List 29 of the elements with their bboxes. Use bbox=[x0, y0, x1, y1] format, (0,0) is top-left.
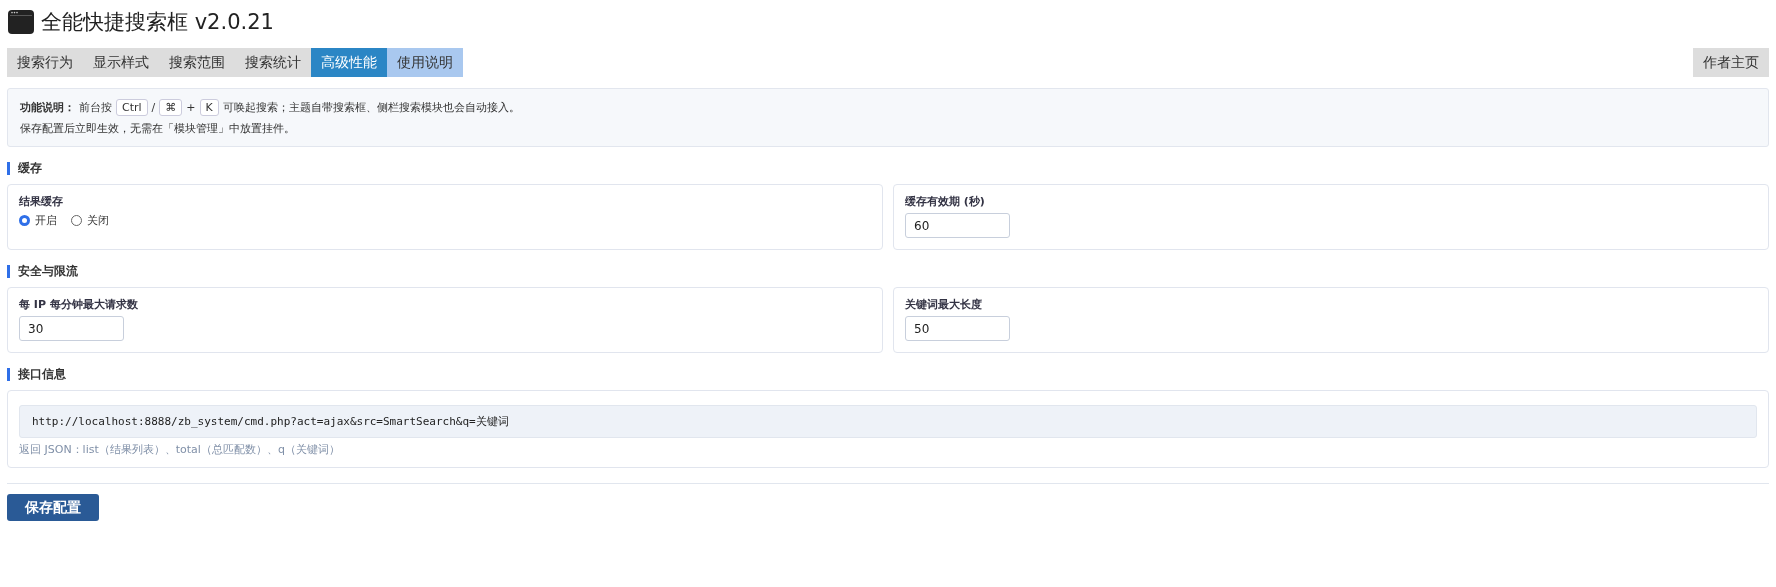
author-link[interactable]: 作者主页 bbox=[1693, 48, 1769, 77]
input-field[interactable]: 30 bbox=[19, 316, 124, 341]
api-url: http://localhost:8888/zb_system/cmd.php?act=ajax&src=SmartSearch&q=关键词 bbox=[19, 405, 1757, 438]
section-title: 缓存 bbox=[7, 162, 1769, 175]
notice-text: 可唤起搜索；主题自带搜索框、侧栏搜索模块也会自动接入。 bbox=[222, 100, 520, 115]
page-title: 全能快捷搜索框 v2.0.21 bbox=[41, 9, 274, 36]
radio-option[interactable]: 关闭 bbox=[71, 213, 109, 228]
notice-text: 保存配置后立即生效，无需在「模块管理」中放置挂件。 bbox=[20, 121, 296, 136]
key-cap: Ctrl bbox=[116, 99, 148, 116]
key-cap: ⌘ bbox=[159, 99, 183, 116]
input-field[interactable]: 60 bbox=[905, 213, 1010, 238]
notice-text: + bbox=[186, 101, 196, 114]
tab[interactable]: 使用说明 bbox=[387, 48, 463, 77]
section-title: 接口信息 bbox=[7, 368, 1769, 381]
section-title: 安全与限流 bbox=[7, 265, 1769, 278]
radio-option[interactable]: 开启 bbox=[19, 213, 57, 228]
notice-text: / bbox=[151, 101, 156, 114]
window-icon bbox=[7, 9, 35, 35]
field-label: 结果缓存 bbox=[19, 194, 64, 209]
input-field[interactable]: 50 bbox=[905, 316, 1010, 341]
field-label: 每 IP 每分钟最大请求数 bbox=[19, 297, 139, 312]
tab[interactable]: 高级性能 bbox=[311, 48, 387, 77]
notice-label: 功能说明： bbox=[20, 100, 75, 115]
key-cap: K bbox=[199, 99, 219, 116]
api-note: 返回 JSON：list（结果列表）、total（总匹配数）、q（关键词） bbox=[19, 442, 341, 457]
field-label: 缓存有效期 (秒) bbox=[905, 194, 986, 209]
notice-text: 前台按 bbox=[79, 100, 112, 115]
save-button[interactable]: 保存配置 bbox=[7, 494, 99, 521]
field-label: 关键词最大长度 bbox=[905, 297, 983, 312]
